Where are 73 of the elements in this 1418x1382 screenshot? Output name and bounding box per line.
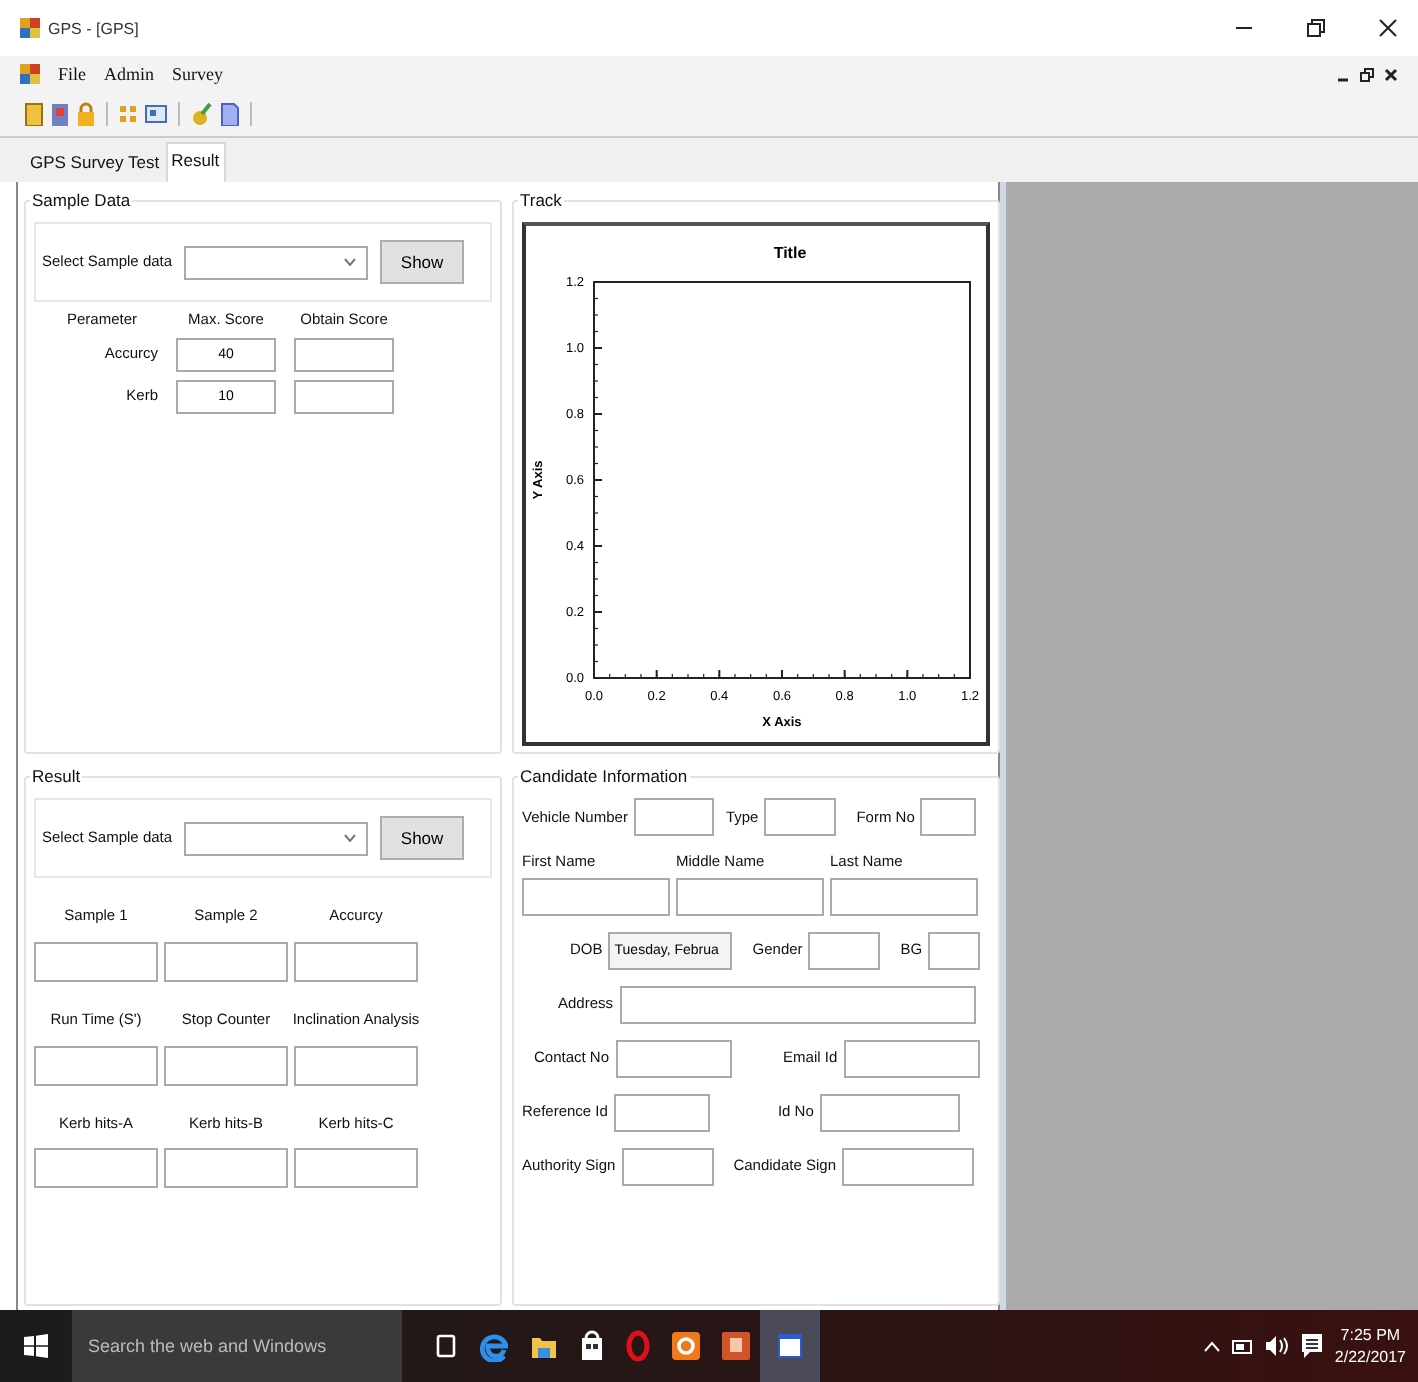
group-title: Result <box>30 766 83 786</box>
text-field[interactable] <box>633 798 714 836</box>
opera-icon[interactable] <box>626 1330 650 1362</box>
search-box[interactable]: Search the web and Windows <box>72 1310 402 1382</box>
text-field[interactable] <box>843 1039 980 1078</box>
window-icon[interactable] <box>144 102 168 126</box>
menu-item[interactable]: Admin <box>104 64 155 84</box>
app-icon <box>20 18 40 38</box>
text-field[interactable] <box>676 877 824 916</box>
result-field[interactable] <box>164 1045 288 1085</box>
clock-time[interactable]: 7:25 PM <box>1340 1326 1401 1344</box>
battery-icon[interactable] <box>1232 1339 1255 1353</box>
text-field[interactable] <box>621 1147 714 1186</box>
result-field[interactable] <box>34 941 158 982</box>
group-title: Sample Data <box>30 190 133 210</box>
lock-icon[interactable] <box>76 102 96 126</box>
close-icon[interactable] <box>1378 18 1398 38</box>
app-icon <box>20 64 40 84</box>
result-field[interactable] <box>34 1045 158 1085</box>
show-button[interactable]: Show <box>380 240 465 284</box>
text-field[interactable] <box>764 798 837 836</box>
text-field[interactable] <box>615 1039 732 1078</box>
document-icon[interactable] <box>220 102 240 126</box>
obtain-score-field[interactable] <box>294 379 394 414</box>
result-field[interactable] <box>164 1148 288 1189</box>
chevron-up-icon[interactable] <box>1204 1340 1221 1352</box>
result-field[interactable] <box>164 941 288 982</box>
restore-icon[interactable] <box>1306 18 1326 38</box>
chevron-down-icon <box>344 258 357 266</box>
text-field[interactable] <box>842 1147 974 1186</box>
menu-item[interactable]: Survey <box>172 64 224 84</box>
slides-icon[interactable] <box>722 1330 750 1362</box>
show-button[interactable]: Show <box>380 816 465 860</box>
clipboard-icon[interactable] <box>24 102 44 126</box>
chart-title: Title <box>773 244 807 262</box>
obtain-score-field[interactable] <box>294 337 394 372</box>
text-field[interactable] <box>808 931 881 970</box>
group-title: Track <box>518 190 564 210</box>
clock-date[interactable]: 2/22/2017 <box>1334 1348 1406 1366</box>
text-field[interactable] <box>522 877 670 916</box>
result-field[interactable] <box>294 1045 418 1085</box>
tab[interactable]: Result <box>165 142 226 182</box>
edge-icon[interactable] <box>480 1330 508 1362</box>
active-app-button[interactable] <box>760 1310 820 1382</box>
text-field[interactable] <box>619 985 976 1024</box>
menu-item[interactable]: File <box>58 64 87 84</box>
text-field[interactable] <box>928 931 981 970</box>
restore-icon[interactable] <box>1360 67 1374 81</box>
chevron-down-icon <box>344 834 357 842</box>
close-icon[interactable] <box>1384 67 1398 81</box>
speaker-icon[interactable] <box>1266 1336 1291 1356</box>
text-field[interactable] <box>819 1093 960 1132</box>
ring-tile-icon[interactable] <box>672 1330 700 1362</box>
text-field[interactable] <box>613 1093 710 1132</box>
store-icon[interactable] <box>580 1330 604 1362</box>
task-view-icon[interactable] <box>434 1332 458 1360</box>
result-field[interactable] <box>34 1148 158 1189</box>
folder-icon[interactable] <box>530 1332 558 1360</box>
windows-logo-icon <box>24 1334 48 1358</box>
window-title: GPS - [GPS] <box>48 19 139 37</box>
tiles-icon[interactable] <box>118 102 138 126</box>
result-field[interactable] <box>294 1148 418 1189</box>
tab[interactable]: GPS Survey Test <box>24 144 166 182</box>
text-field[interactable] <box>830 877 978 916</box>
notification-icon[interactable] <box>1302 1334 1323 1358</box>
group-title: Candidate Information <box>518 766 690 786</box>
result-field[interactable] <box>294 941 418 982</box>
window-icon <box>778 1334 802 1358</box>
brush-icon[interactable] <box>190 102 214 126</box>
sample-dropdown[interactable] <box>184 245 369 279</box>
book-icon[interactable] <box>50 102 70 126</box>
text-field[interactable] <box>920 798 977 836</box>
sample-dropdown[interactable] <box>184 821 369 855</box>
